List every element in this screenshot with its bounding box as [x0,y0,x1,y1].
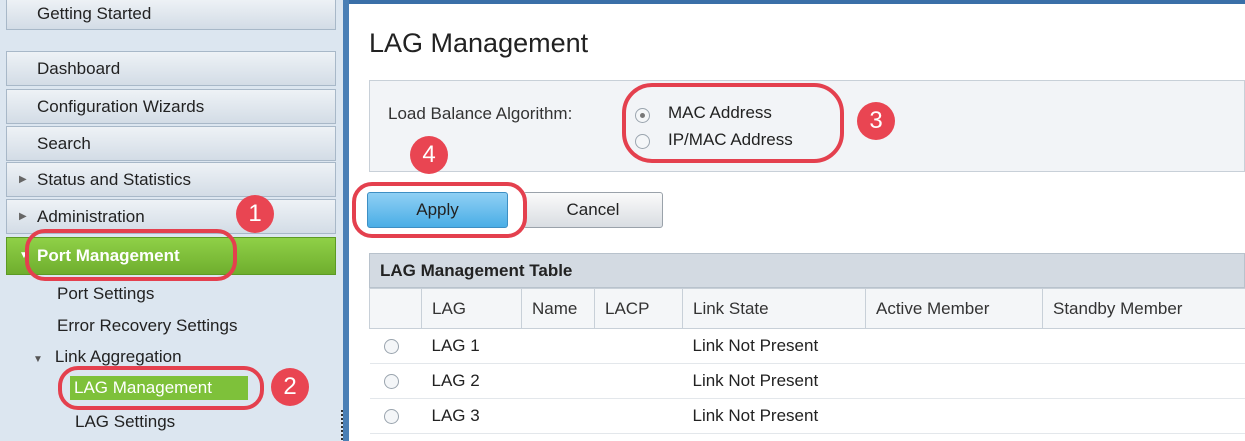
menu-dashboard[interactable]: Dashboard [6,51,336,86]
cell-standby-member [1042,328,1245,364]
menu-label: Administration [37,207,145,226]
sub-port-settings[interactable]: Port Settings [57,284,154,304]
cell-active-member [865,363,1043,399]
cell-standby-member [1042,363,1245,399]
row-select-cell [369,363,422,399]
cell-lag: LAG 2 [421,363,522,399]
cancel-button[interactable]: Cancel [523,192,663,228]
collapse-arrow-icon: ▼ [33,354,43,365]
col-standby-member: Standby Member [1042,288,1245,329]
annotation-ring-apply [352,182,527,238]
cell-lag: LAG 3 [421,398,522,434]
col-lag: LAG [421,288,522,329]
row-select-radio[interactable] [383,374,399,390]
table-row: LAG 2 Link Not Present [369,363,1245,399]
menu-search[interactable]: Search [6,126,336,161]
sub-label: Link Aggregation [54,347,182,366]
expand-arrow-icon: ▶ [19,174,27,185]
table-row: LAG 3 Link Not Present [369,398,1245,434]
cell-link-state: Link Not Present [682,398,866,434]
menu-getting-started[interactable]: Getting Started [6,0,336,30]
row-select-radio[interactable] [383,339,399,355]
annotation-step-1-badge: 1 [236,195,274,233]
cell-lacp [594,398,683,434]
annotation-ring-lag-management [58,366,264,410]
annotation-ring-load-balance [622,83,844,163]
menu-configuration-wizards[interactable]: Configuration Wizards [6,89,336,124]
annotation-ring-port-management [25,229,237,281]
cell-lacp [594,363,683,399]
cell-name [521,398,595,434]
annotation-step-3-badge: 3 [857,102,895,140]
sub-lag-settings[interactable]: LAG Settings [75,412,175,432]
menu-label: Status and Statistics [37,170,192,189]
col-select [369,288,422,329]
load-balance-label: Load Balance Algorithm: [388,104,573,123]
annotation-step-2-badge: 2 [271,368,309,406]
cell-active-member [865,398,1043,434]
col-active-member: Active Member [865,288,1043,329]
cell-link-state: Link Not Present [682,363,866,399]
sub-error-recovery-settings[interactable]: Error Recovery Settings [57,316,237,336]
expand-arrow-icon: ▶ [19,211,27,222]
cell-name [521,363,595,399]
cell-name [521,328,595,364]
table-title: LAG Management Table [369,253,1245,288]
col-link-state: Link State [682,288,866,329]
cell-standby-member [1042,398,1245,434]
col-name: Name [521,288,595,329]
resize-grip-icon[interactable] [341,410,343,441]
menu-status-and-statistics[interactable]: ▶ Status and Statistics [6,162,336,197]
table-header-row: LAG Name LACP Link State Active Member S… [369,288,1245,329]
row-select-cell [369,398,422,434]
cell-lacp [594,328,683,364]
page-title: LAG Management [369,28,589,58]
cell-link-state: Link Not Present [682,328,866,364]
row-select-radio[interactable] [383,409,399,425]
row-select-cell [369,328,422,364]
table-row: LAG 1 Link Not Present [369,328,1245,364]
top-border [349,0,1245,4]
cell-lag: LAG 1 [421,328,522,364]
annotation-step-4-badge: 4 [410,136,448,174]
cell-active-member [865,328,1043,364]
col-lacp: LACP [594,288,683,329]
sub-link-aggregation[interactable]: ▼ Link Aggregation [33,347,182,367]
lag-management-table: LAG Management Table LAG Name LACP Link … [369,253,1245,441]
